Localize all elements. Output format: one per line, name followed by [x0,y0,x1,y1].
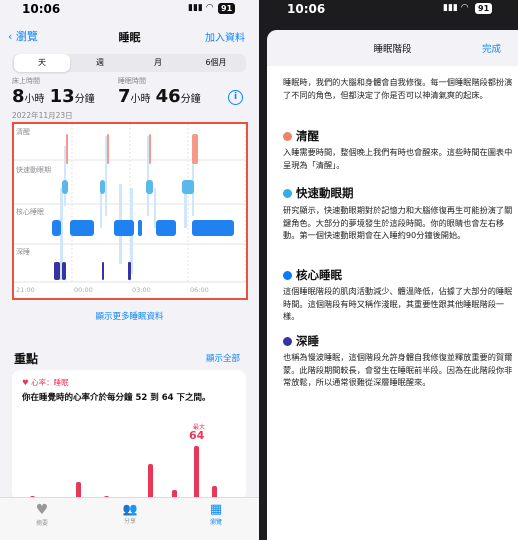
heart-rate-card[interactable]: ♥ 心率：睡眠 你在睡覺時的心率介於每分鐘 52 到 64 下之間。 最大 64 [12,370,246,502]
core-bar [52,220,61,236]
core-bar [138,220,142,236]
deep-bar [128,262,131,280]
card-text: 你在睡覺時的心率介於每分鐘 52 到 64 下之間。 [22,393,211,403]
signal-wifi-icons: ▮▮▮ ◠ [188,3,214,13]
done-button[interactable]: 完成 [482,41,501,55]
status-time: 10:06 [22,2,61,16]
awake-dot-icon [283,132,292,141]
time-tick: 06:00 [190,286,209,294]
core-dot-icon [283,271,292,280]
time-tick: 00:00 [74,286,93,294]
left-screen: 10:06 ▮▮▮ ◠ 91 ‹ 瀏覽 睡眠 加入資料 天 週 月 6個月 床上… [0,0,259,540]
in-bed-label: 床上時間 [12,77,40,85]
card-tag: ♥ 心率：睡眠 [22,378,69,387]
right-screen: 10:06 ▮▮▮ ◠ 91 睡眠階段 完成 睡眠時，我們的大腦和身體會自我修復… [259,0,518,540]
tab-browse[interactable]: ▦ 瀏覽 [186,502,246,526]
rem-bar [146,180,153,194]
range-month-tab[interactable]: 月 [130,54,186,72]
deep-dot-icon [283,337,292,346]
section-rem-title: 快速動眼期 [283,185,354,201]
sleep-chart-svg [14,124,246,284]
show-more-sleep-link[interactable]: 顯示更多睡眠資料 [0,310,259,322]
heart-icon: ♥ [35,502,49,518]
sheet-title: 睡眠階段 [373,44,412,55]
rem-bar [182,180,194,194]
add-data-button[interactable]: 加入資料 [205,29,245,44]
range-6month-tab[interactable]: 6個月 [188,54,244,72]
sleep-stage-chart[interactable]: 清醒 快速動眼期 核心睡眠 深睡 21:00 00:00 03:00 06:00 [12,122,248,300]
tab-sharing[interactable]: 👥 分享 [100,502,160,525]
core-bar [192,220,234,236]
battery-indicator: 91 [218,3,236,14]
signal-wifi-icons: ▮▮▮ ◠ [443,3,469,13]
stage-label-awake: 清醒 [16,128,30,136]
range-week-tab[interactable]: 週 [72,54,128,72]
stage-label-deep: 深睡 [16,248,30,256]
rem-bar [100,180,105,194]
heart-icon: ♥ [22,378,29,387]
stage-label-core: 核心睡眠 [16,208,44,216]
section-core-text: 這個睡眠階段的肌肉活動減少、體溫降低，佔據了大部分的睡眠時間。這個階段有時又稱作… [283,286,513,322]
info-icon[interactable]: i [228,90,243,105]
highlights-title: 重點 [14,352,39,366]
show-all-link[interactable]: 顯示全部 [206,352,240,364]
sleep-stages-sheet: 睡眠階段 完成 睡眠時，我們的大腦和身體會自我修復。每一個睡眠階段都扮演了不同的… [267,30,518,540]
asleep-label: 睡眠時間 [118,77,146,85]
time-tick: 21:00 [16,286,35,294]
max-value: 64 [189,429,205,442]
section-core-title: 核心睡眠 [283,267,342,283]
tab-summary[interactable]: ♥ 摘要 [12,502,72,527]
people-icon: 👥 [122,502,138,516]
date-label: 2022年11月23日 [12,111,73,120]
core-bar [156,220,176,236]
awake-bar [149,134,151,164]
grid-icon: ▦ [209,502,223,517]
tab-bar: ♥ 摘要 👥 分享 ▦ 瀏覽 [0,497,259,540]
awake-bar [66,134,68,164]
battery-indicator: 91 [475,3,493,14]
rem-dot-icon [283,189,292,198]
deep-bar [54,262,60,280]
section-rem-text: 研究顯示，快速動眼期對於記憶力和大腦修復再生可能扮演了關鍵角色。大部分的夢境發生… [283,205,513,241]
heart-rate-mini-chart [30,446,217,502]
stage-label-rem: 快速動眼期 [16,166,51,174]
range-day-tab[interactable]: 天 [14,54,70,72]
deep-bar [102,262,104,280]
section-deep-title: 深睡 [283,333,319,349]
in-bed-value: 8小時 13分鐘 [12,86,95,107]
asleep-value: 7小時 46分鐘 [118,86,201,107]
awake-bar [192,134,198,164]
status-time: 10:06 [287,2,326,16]
intro-text: 睡眠時，我們的大腦和身體會自我修復。每一個睡眠階段都扮演了不同的角色，但都決定了… [283,77,513,100]
range-segmented-control: 天 週 月 6個月 [12,54,246,72]
core-bar [114,220,134,236]
time-tick: 03:00 [132,286,151,294]
section-awake-text: 入睡需要時間，整個晚上我們有時也會醒來。這些時間在圖表中呈現為「清醒」。 [283,147,513,170]
awake-bar [107,134,109,164]
core-bar [70,220,94,236]
rem-bar [62,180,68,194]
section-awake-title: 清醒 [283,128,319,144]
section-deep-text: 也稱為慢波睡眠，這個階段允許身體自我修復並釋放重要的賀爾蒙。此階段期間較長，會發… [283,352,513,388]
deep-bar [62,262,66,280]
